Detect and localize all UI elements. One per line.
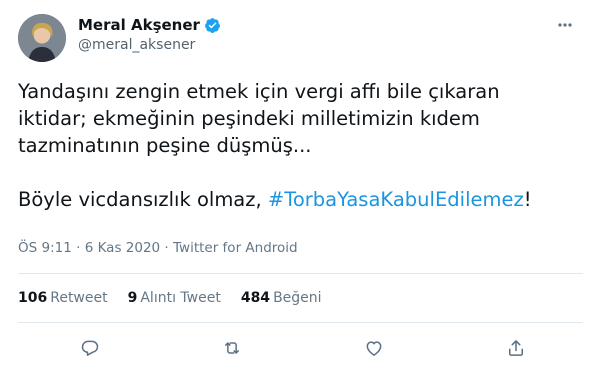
tweet-time[interactable]: ÖS 9:11 (18, 240, 72, 256)
tweet-text-suffix: ! (523, 188, 532, 211)
retweet-icon (225, 342, 239, 354)
author-info: Meral Akşener @meral_aksener (78, 15, 221, 53)
tweet-date[interactable]: 6 Kas 2020 (85, 240, 160, 256)
avatar-image (18, 14, 66, 62)
tweet-line: iktidar; ekmeğinin peşindeki milletimizi… (18, 107, 480, 130)
meta-separator: · (160, 240, 174, 256)
tweet-line: tazminatının peşine düşmüş... (18, 134, 312, 157)
like-icon (366, 341, 382, 356)
divider (18, 322, 583, 323)
share-button[interactable] (504, 336, 528, 360)
likes-label: Beğeni (273, 290, 322, 306)
tweet-meta: ÖS 9:11 · 6 Kas 2020 · Twitter for Andro… (18, 240, 298, 256)
avatar[interactable] (18, 14, 66, 62)
author-name[interactable]: Meral Akşener (78, 16, 200, 34)
reply-button[interactable] (78, 336, 102, 360)
tweet-text: Yandaşını zengin etmek için vergi affı b… (18, 78, 578, 213)
tweet-stats: 106 Retweet 9 Alıntı Tweet 484 Beğeni (18, 290, 342, 306)
tweet-line: Yandaşını zengin etmek için vergi affı b… (18, 80, 500, 103)
tweet-card: Meral Akşener @meral_aksener Yandaşını z… (0, 0, 593, 379)
more-options-icon[interactable] (555, 15, 575, 35)
author-handle[interactable]: @meral_aksener (78, 37, 221, 53)
quotes-count: 9 (127, 290, 138, 306)
share-icon (509, 340, 523, 356)
tweet-text-prefix: Böyle vicdansızlık olmaz, (18, 188, 268, 211)
retweets-stat[interactable]: 106 Retweet (18, 290, 108, 306)
likes-stat[interactable]: 484 Beğeni (241, 290, 322, 306)
retweets-label: Retweet (50, 290, 108, 306)
quotes-label: Alıntı Tweet (140, 290, 221, 306)
retweets-count: 106 (18, 290, 48, 306)
tweet-source[interactable]: Twitter for Android (173, 240, 298, 256)
meta-separator: · (71, 240, 85, 256)
like-button[interactable] (362, 336, 386, 360)
tweet-line: Böyle vicdansızlık olmaz, #TorbaYasaKabu… (18, 186, 578, 213)
likes-count: 484 (240, 290, 271, 306)
divider (18, 273, 583, 274)
tweet-actions (0, 336, 593, 364)
quotes-stat[interactable]: 9 Alıntı Tweet (128, 290, 221, 306)
verified-badge-icon (204, 17, 221, 34)
reply-icon (81, 340, 99, 356)
hashtag-link[interactable]: #TorbaYasaKabulEdilemez (268, 188, 524, 211)
retweet-button[interactable] (220, 336, 244, 360)
